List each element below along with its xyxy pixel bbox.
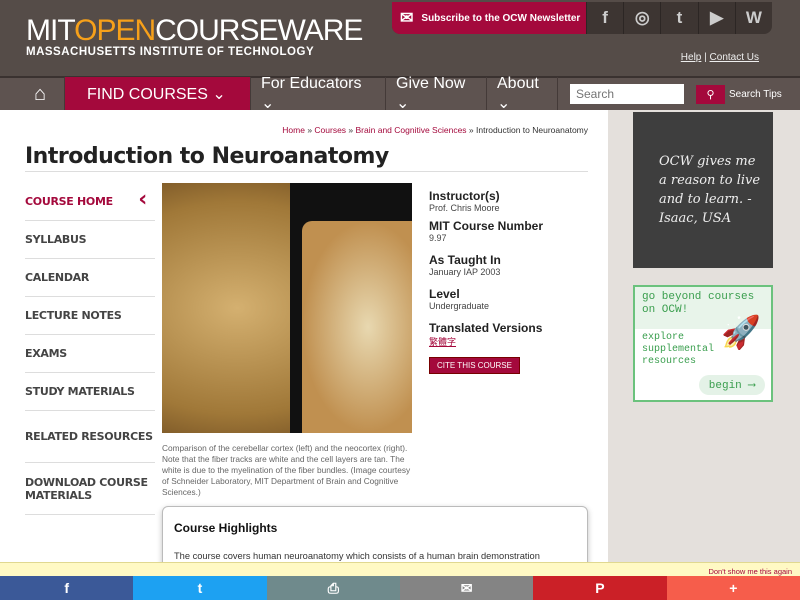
notice-banner: Don't show me this again: [0, 562, 800, 576]
level-label: Level: [429, 287, 460, 301]
instructor-label: Instructor(s): [429, 189, 500, 203]
sidebar-item-related-resources[interactable]: RELATED RESOURCES: [25, 411, 155, 463]
envelope-icon: ✉: [400, 10, 414, 27]
twitter-icon[interactable]: t: [660, 2, 697, 34]
logo-courseware: COURSEWARE: [155, 14, 363, 47]
nav-give-now[interactable]: Give Now ⌄: [386, 75, 487, 112]
dismiss-link[interactable]: Don't show me this again: [708, 567, 792, 576]
course-number-value: 9.97: [429, 233, 447, 243]
rocket-icon: 🚀: [721, 313, 761, 351]
nav-for-educators[interactable]: For Educators ⌄: [251, 75, 386, 112]
sidebar-item-exams[interactable]: EXAMS: [25, 335, 155, 373]
social-bar: ✉ Subscribe to the OCW Newsletter f ◎ t ▶…: [392, 2, 772, 34]
instructor-value: Prof. Chris Moore: [429, 203, 500, 213]
logo-subtitle: MASSACHUSETTS INSTITUTE OF TECHNOLOGY: [26, 46, 315, 58]
logo-open: OPEN: [74, 14, 156, 47]
course-image: [162, 183, 412, 433]
share-pinterest-icon[interactable]: P: [533, 576, 667, 600]
search-button[interactable]: ⚲: [696, 84, 725, 104]
breadcrumb-courses[interactable]: Courses: [314, 125, 346, 135]
share-more-icon[interactable]: +: [666, 576, 800, 600]
search-tips-link[interactable]: Search Tips: [729, 89, 782, 100]
image-caption: Comparison of the cerebellar cortex (lef…: [162, 443, 411, 497]
wordpress-icon[interactable]: W: [734, 2, 772, 34]
sidebar-item-study-materials[interactable]: STUDY MATERIALS: [25, 373, 155, 411]
translated-link[interactable]: 繁體字: [429, 335, 599, 348]
help-links: Help | Contact Us: [680, 52, 759, 63]
breadcrumb-home[interactable]: Home: [282, 125, 305, 135]
taught-label: As Taught In: [429, 253, 501, 267]
quote-banner[interactable]: OCW gives me a reason to live and to lea…: [633, 112, 773, 268]
sidebar-item-download[interactable]: DOWNLOAD COURSE MATERIALS: [25, 463, 155, 515]
logo-mit: MIT: [26, 14, 75, 47]
beyond-text: explore supplemental resources: [642, 332, 715, 367]
search-input[interactable]: [570, 84, 684, 104]
taught-value: January IAP 2003: [429, 267, 501, 277]
subscribe-button[interactable]: ✉ Subscribe to the OCW Newsletter: [392, 2, 586, 34]
share-twitter-icon[interactable]: t: [133, 576, 267, 600]
subscribe-label: Subscribe to the OCW Newsletter: [421, 12, 581, 24]
begin-button[interactable]: begin ⟶: [698, 375, 765, 395]
breadcrumb-current: Introduction to Neuroanatomy: [476, 125, 588, 135]
divider: [25, 171, 588, 172]
nav-about[interactable]: About ⌄: [487, 75, 558, 112]
breadcrumb-dept[interactable]: Brain and Cognitive Sciences: [356, 125, 467, 135]
page-title: Introduction to Neuroanatomy: [25, 144, 389, 169]
sidebar-item-calendar[interactable]: CALENDAR: [25, 259, 155, 297]
header: MITOPENCOURSEWARE MASSACHUSETTS INSTITUT…: [0, 0, 800, 76]
highlights-text: The course covers human neuroanatomy whi…: [174, 551, 540, 561]
course-number-label: MIT Course Number: [429, 219, 544, 233]
highlights-title: Course Highlights: [174, 521, 278, 535]
instagram-icon[interactable]: ◎: [623, 2, 660, 34]
facebook-icon[interactable]: f: [586, 2, 623, 34]
main-nav: ⌂ FIND COURSES ⌄ For Educators ⌄ Give No…: [0, 75, 800, 112]
nav-find-courses[interactable]: FIND COURSES ⌄: [65, 77, 251, 111]
cite-button[interactable]: CITE THIS COURSE: [429, 357, 520, 374]
share-bar: f t ⎙ ✉ P +: [0, 576, 800, 600]
sidebar-item-syllabus[interactable]: SYLLABUS: [25, 221, 155, 259]
print-icon[interactable]: ⎙: [266, 576, 400, 600]
course-sidebar: COURSE HOME SYLLABUS CALENDAR LECTURE NO…: [25, 183, 155, 515]
supplemental-resources-ad[interactable]: go beyond courses on OCW! explore supple…: [633, 285, 773, 402]
email-icon[interactable]: ✉: [399, 576, 534, 600]
ocw-logo[interactable]: MITOPENCOURSEWARE: [26, 14, 363, 48]
course-info: Instructor(s) Prof. Chris Moore MIT Cour…: [429, 183, 599, 374]
share-facebook-icon[interactable]: f: [0, 576, 134, 600]
level-value: Undergraduate: [429, 301, 490, 311]
sidebar-item-course-home[interactable]: COURSE HOME: [25, 183, 155, 221]
youtube-icon[interactable]: ▶: [697, 2, 735, 34]
breadcrumb: Home » Courses » Brain and Cognitive Sci…: [282, 125, 588, 135]
search-icon: ⚲: [706, 88, 715, 101]
home-icon[interactable]: ⌂: [16, 77, 65, 111]
translated-label: Translated Versions: [429, 321, 543, 335]
sidebar-item-lecture-notes[interactable]: LECTURE NOTES: [25, 297, 155, 335]
help-link[interactable]: Help: [681, 52, 702, 63]
contact-link[interactable]: Contact Us: [710, 52, 759, 63]
